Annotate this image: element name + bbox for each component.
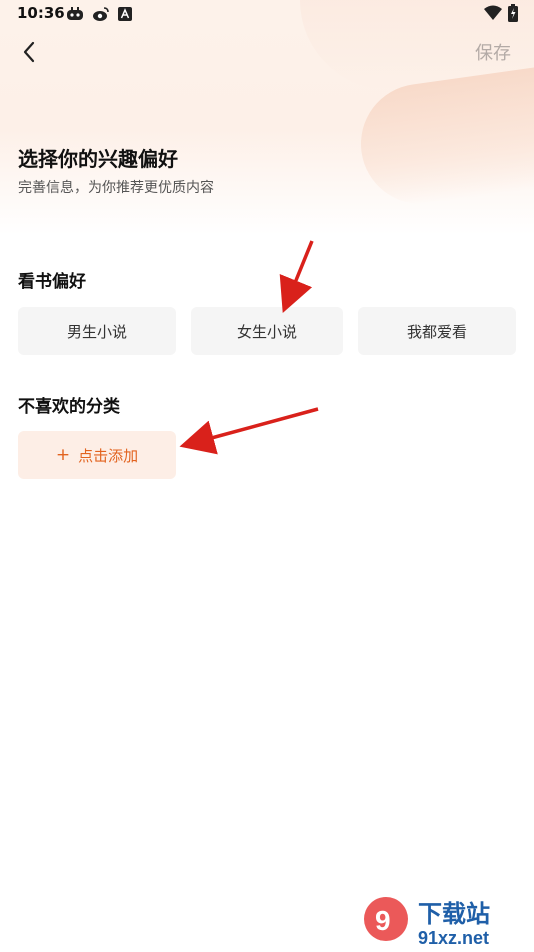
annotation-arrow [279, 240, 314, 313]
save-button[interactable]: 保存 [475, 39, 511, 65]
watermark-brand: 下载站 [418, 900, 490, 928]
page-subtitle: 完善信息，为你推荐更优质内容 [18, 180, 214, 196]
section-title-disliked: 不喜欢的分类 [18, 397, 120, 417]
a-badge-icon [118, 6, 132, 25]
watermark-logo: 9 下载站 91xz.net [358, 890, 528, 948]
option-label: 我都爱看 [406, 322, 467, 341]
watermark-domain: 91xz.net [418, 928, 489, 948]
section-title-reading-pref: 看书偏好 [18, 272, 86, 292]
option-female-novels[interactable]: 女生小说 [191, 307, 343, 355]
option-label: 男生小说 [66, 322, 127, 341]
top-nav-bar: 保存 [0, 30, 534, 74]
weibo-icon [92, 6, 110, 26]
page-title: 选择你的兴趣偏好 [18, 147, 178, 171]
option-label: 女生小说 [236, 322, 297, 341]
add-button-label: 点击添加 [78, 446, 139, 465]
battery-charging-icon [508, 4, 518, 26]
svg-text:9: 9 [375, 905, 391, 936]
wifi-icon [484, 5, 502, 25]
add-disliked-category-button[interactable]: + 点击添加 [18, 431, 176, 479]
status-time: 10:36 [17, 4, 65, 22]
option-love-all[interactable]: 我都爱看 [358, 307, 516, 355]
back-button[interactable] [12, 34, 48, 70]
plus-icon: + [55, 445, 71, 465]
option-male-novels[interactable]: 男生小说 [18, 307, 176, 355]
game-controller-icon [66, 6, 84, 26]
status-bar: 10:36 [0, 0, 534, 28]
annotation-arrow [179, 407, 319, 455]
chevron-left-icon [23, 41, 35, 63]
